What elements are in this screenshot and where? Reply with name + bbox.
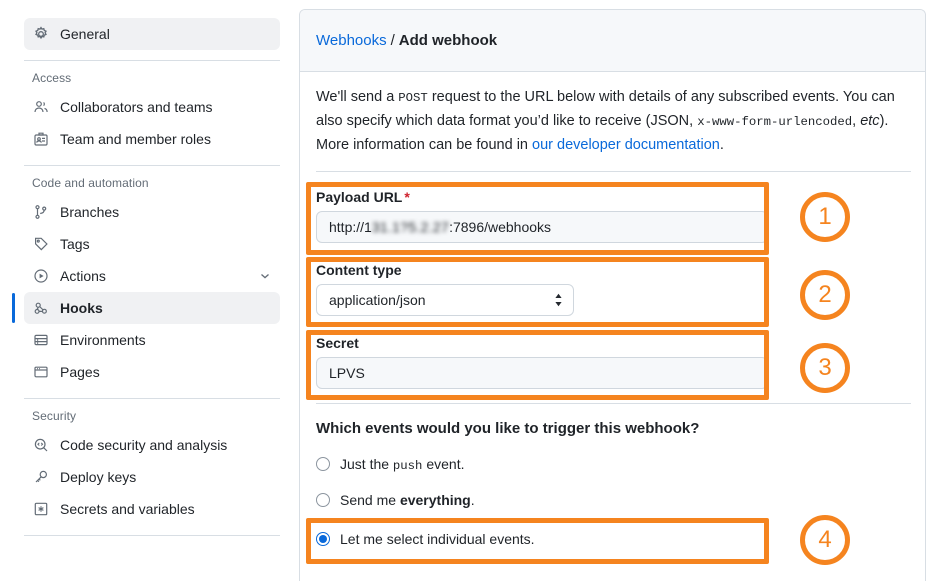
webhook-icon	[32, 299, 50, 317]
radio-everything-strong: everything	[399, 492, 471, 508]
sidebar-item-general[interactable]: General	[24, 18, 280, 50]
payload-url-field: Payload URL * http://1 31.1?5.2.27:7896/we…	[316, 189, 768, 243]
secret-input[interactable]: LPVS	[316, 357, 768, 389]
radio-push-post: event.	[422, 455, 465, 472]
events-question: Which events would you like to trigger t…	[316, 420, 700, 437]
secret-field: Secret LPVS	[316, 335, 768, 389]
secret-label: Secret	[316, 335, 359, 351]
desc-part1: We'll send a	[316, 89, 399, 105]
radio-everything-pre: Send me	[340, 492, 400, 508]
callout-2: 2	[800, 270, 850, 320]
sidebar-item-hooks[interactable]: Hooks	[12, 292, 280, 324]
id-badge-icon	[32, 130, 50, 148]
sidebar-item-label: Branches	[60, 204, 120, 220]
section-divider	[316, 171, 911, 172]
sidebar-item-label: Environments	[60, 332, 146, 348]
server-icon	[32, 331, 50, 349]
select-updown-icon	[554, 293, 563, 307]
git-branch-icon	[32, 203, 50, 221]
sidebar-item-code-security-and-analysis[interactable]: Code security and analysis	[24, 429, 280, 461]
sidebar-item-branches[interactable]: Branches	[24, 196, 280, 228]
desc-code-urlencoded: x-www-form-urlencoded	[697, 115, 853, 129]
sidebar-item-label: Collaborators and teams	[60, 99, 213, 115]
people-icon	[32, 98, 50, 116]
sidebar-divider	[24, 398, 280, 399]
desc-code-post: POST	[398, 91, 428, 105]
required-asterisk: *	[404, 189, 410, 205]
sidebar-divider	[24, 60, 280, 61]
sidebar-item-label: Pages	[60, 364, 100, 380]
radio-individual-label: Let me select individual events.	[340, 531, 535, 547]
payload-url-label: Payload URL *	[316, 189, 768, 205]
sidebar-item-label: General	[60, 26, 110, 42]
sidebar-item-pages[interactable]: Pages	[24, 356, 280, 388]
callout-4: 4	[800, 515, 850, 565]
sidebar-item-label: Actions	[60, 268, 106, 284]
breadcrumb-webhooks-link[interactable]: Webhooks	[316, 32, 387, 49]
chevron-down-icon[interactable]	[258, 269, 272, 283]
panel-header: Webhooks / Add webhook	[300, 10, 925, 72]
radio-push-pre: Just the	[340, 455, 393, 472]
sidebar-divider	[24, 165, 280, 166]
play-circle-icon	[32, 267, 50, 285]
sidebar-heading-security: Security	[32, 409, 77, 423]
sidebar-item-label: Team and member roles	[60, 131, 211, 147]
sidebar-item-actions[interactable]: Actions	[24, 260, 280, 292]
code-scan-icon	[32, 436, 50, 454]
sidebar-item-label: Tags	[60, 236, 90, 252]
key-icon	[32, 468, 50, 486]
content-type-label: Content type	[316, 262, 402, 278]
gear-icon	[32, 25, 50, 43]
breadcrumb-current: Add webhook	[398, 32, 498, 49]
sidebar-item-label: Deploy keys	[60, 469, 137, 485]
settings-sidebar: General Access Collaborators and teams T…	[0, 0, 296, 581]
sidebar-divider	[24, 535, 280, 536]
sidebar-item-label: Hooks	[60, 300, 103, 316]
callout-1: 1	[800, 192, 850, 242]
developer-documentation-link[interactable]: our developer documentation	[532, 137, 720, 153]
radio-everything-label: Send me everything.	[340, 492, 475, 508]
sidebar-heading-code-and-automation: Code and automation	[32, 176, 149, 190]
desc-part5: .	[719, 137, 724, 153]
radio-push-code: push	[392, 458, 423, 473]
sidebar-item-team-and-member-roles[interactable]: Team and member roles	[24, 123, 280, 155]
payload-url-value-redacted: 31.1?5.2.27	[371, 219, 450, 235]
sidebar-item-label: Code security and analysis	[60, 437, 228, 453]
desc-part3: ,	[852, 113, 861, 129]
content-type-select[interactable]: application/json	[316, 284, 574, 316]
payload-url-value-prefix: http://1	[329, 219, 372, 235]
radio-option-push[interactable]: Just the push event.	[316, 453, 909, 475]
payload-url-input[interactable]: http://1 31.1?5.2.27:7896/webhooks	[316, 211, 768, 243]
radio-everything-indicator[interactable]	[316, 493, 330, 507]
sidebar-item-environments[interactable]: Environments	[24, 324, 280, 356]
tag-icon	[32, 235, 50, 253]
radio-individual-indicator[interactable]	[316, 532, 330, 546]
webhook-description: We'll send a POST request to the URL bel…	[316, 86, 914, 157]
payload-url-value-suffix: :7896/webhooks	[449, 219, 552, 235]
radio-everything-post: .	[470, 492, 475, 508]
payload-url-label-text: Payload URL	[316, 189, 403, 205]
app-root: General Access Collaborators and teams T…	[0, 0, 950, 581]
browser-icon	[32, 363, 50, 381]
section-divider-2	[316, 403, 911, 404]
radio-push-indicator[interactable]	[316, 457, 330, 471]
sidebar-item-tags[interactable]: Tags	[24, 228, 280, 260]
sidebar-item-deploy-keys[interactable]: Deploy keys	[24, 461, 280, 493]
breadcrumb-separator: /	[390, 32, 395, 49]
sidebar-item-secrets-and-variables[interactable]: Secrets and variables	[24, 493, 280, 525]
desc-em-etc: etc	[860, 113, 880, 129]
content-type-field: Content type application/json	[316, 262, 768, 316]
asterisk-box-icon	[32, 500, 50, 518]
secret-value: LPVS	[329, 365, 365, 381]
callout-3: 3	[800, 343, 850, 393]
sidebar-item-collaborators-and-teams[interactable]: Collaborators and teams	[24, 91, 280, 123]
active-indicator	[12, 293, 15, 323]
sidebar-item-label: Secrets and variables	[60, 501, 195, 517]
radio-option-everything[interactable]: Send me everything.	[316, 489, 909, 511]
radio-push-label: Just the push event.	[340, 456, 464, 473]
content-type-selected-value: application/json	[329, 292, 426, 308]
sidebar-heading-access: Access	[32, 71, 72, 85]
